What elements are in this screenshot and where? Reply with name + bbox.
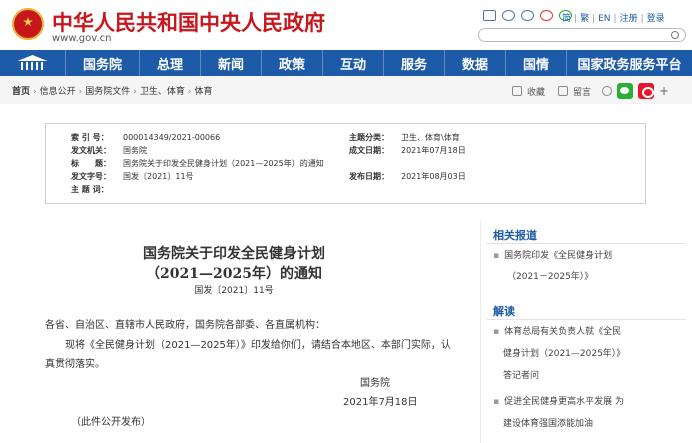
search-icon[interactable] xyxy=(671,31,679,39)
breadcrumb-sports[interactable]: 体育 xyxy=(195,87,213,97)
share-icon[interactable] xyxy=(602,86,613,96)
article-doc-number: 国发〔2021〕11号 xyxy=(194,286,274,296)
nav-item-data[interactable]: 数据 xyxy=(445,50,506,76)
link-simplified[interactable]: 简 xyxy=(562,14,571,24)
interpretation-item-2[interactable]: ▪ 促进全民健身更高水平发展 为 xyxy=(493,392,624,413)
breadcrumb-bar: 首页 › 信息公开 › 国务院文件 › 卫生、体育 › 体育 收藏 留言 + xyxy=(0,76,692,104)
info-subject-words: 主 题 词： xyxy=(71,185,109,194)
article-signature: 国务院 xyxy=(360,378,390,389)
related-item-1-cont[interactable]: （2021－2025年）》 xyxy=(507,267,593,288)
info-index: 索 引 号： 000014349/2021-00066 xyxy=(71,133,221,142)
info-issuer: 发文机关： 国务院 xyxy=(71,146,147,155)
home-building-icon xyxy=(15,55,51,71)
link-login[interactable]: 登录 xyxy=(647,14,665,24)
interpretation-divider xyxy=(486,319,686,320)
article-body-line1: 现将《全民健身计划（2021—2025年）》印发给你们，请结合本地区、本部门实际… xyxy=(65,340,451,351)
interpretation-item-2-cont[interactable]: 建设体育强国添能加油 xyxy=(503,414,593,435)
weibo-icon[interactable] xyxy=(540,10,553,21)
nav-home[interactable] xyxy=(0,50,66,76)
article-sign-date: 2021年7月18日 xyxy=(343,397,418,408)
info-written-date: 成文日期： 2021年07月18日 xyxy=(349,146,466,155)
breadcrumb: 首页 › 信息公开 › 国务院文件 › 卫生、体育 › 体育 xyxy=(12,87,213,97)
breadcrumb-home[interactable]: 首页 xyxy=(12,87,30,97)
pen-icon[interactable] xyxy=(558,86,569,96)
site-url: www.gov.cn xyxy=(52,33,112,44)
related-reports-divider xyxy=(486,243,686,244)
breadcrumb-health-sports[interactable]: 卫生、体育 xyxy=(140,87,185,97)
related-item-1[interactable]: ▪ 国务院印发《全民健身计划 xyxy=(493,246,612,267)
mail-icon[interactable] xyxy=(483,10,496,21)
star-icon[interactable] xyxy=(512,86,522,96)
message-label[interactable]: 留言 xyxy=(573,85,591,98)
info-category: 主题分类： 卫生、体育\体育 xyxy=(349,133,460,142)
nav-item-national-info[interactable]: 国情 xyxy=(506,50,567,76)
article-title-line2: （2021—2025年）的通知 xyxy=(146,266,322,282)
link-traditional[interactable]: 繁 xyxy=(580,14,589,24)
article-note: （此件公开发布） xyxy=(71,417,151,428)
nav-item-service[interactable]: 服务 xyxy=(384,50,445,76)
document-info-box: 索 引 号： 000014349/2021-00066 发文机关： 国务院 标 题：… xyxy=(45,123,646,204)
interpretation-item-1[interactable]: ▪ 体育总局有关负责人就《全民 xyxy=(493,322,621,343)
nav-item-premier[interactable]: 总理 xyxy=(140,50,201,76)
share-tools: 收藏 留言 + xyxy=(512,83,669,99)
article-salutation: 各省、自治区、直辖市人民政府，国务院各部委、各直属机构： xyxy=(45,320,325,331)
search-input[interactable] xyxy=(478,28,686,42)
accessibility-icon[interactable] xyxy=(502,10,515,21)
nav-item-interaction[interactable]: 互动 xyxy=(323,50,384,76)
article-title-line1: 国务院关于印发全民健身计划 xyxy=(143,246,325,262)
interpretation-item-1-cont[interactable]: 健身计划（2021—2025年）》 xyxy=(503,344,625,365)
top-links: 简 | 繁 | EN | 注册 | 登录 xyxy=(562,14,665,24)
nav-item-service-platform[interactable]: 国家政务服务平台 xyxy=(567,50,692,76)
nav-item-policy[interactable]: 政策 xyxy=(262,50,323,76)
info-doc-number: 发文字号： 国发〔2021〕11号 xyxy=(71,172,194,181)
interpretation-title: 解读 xyxy=(493,305,515,318)
link-english[interactable]: EN xyxy=(598,14,610,24)
favorite-label[interactable]: 收藏 xyxy=(527,85,545,98)
interpretation-item-1-cont2[interactable]: 答记者问 xyxy=(503,366,539,387)
more-share-icon[interactable]: + xyxy=(659,84,669,98)
top-tool-icons xyxy=(483,10,572,21)
article-body-line2: 真贯彻落实。 xyxy=(45,359,105,370)
nav-item-state-council[interactable]: 国务院 xyxy=(66,50,140,76)
info-published-date: 发布日期： 2021年08月03日 xyxy=(349,172,466,181)
link-register[interactable]: 注册 xyxy=(620,14,638,24)
related-reports-title: 相关报道 xyxy=(493,229,537,242)
info-title: 标 题： 国务院关于印发全民健身计划（2021—2025年）的通知 xyxy=(71,159,324,168)
wechat-share-icon[interactable] xyxy=(617,83,634,99)
nav-item-news[interactable]: 新闻 xyxy=(201,50,262,76)
sidebar-divider xyxy=(480,220,481,443)
site-header: 中华人民共和国中央人民政府 www.gov.cn 简 | 繁 | EN | 注册 | 登录 xyxy=(0,0,692,50)
national-emblem-icon[interactable] xyxy=(12,8,44,40)
breadcrumb-info-public[interactable]: 信息公开 xyxy=(40,87,76,97)
mobile-icon[interactable] xyxy=(521,10,534,21)
breadcrumb-state-docs[interactable]: 国务院文件 xyxy=(85,87,130,97)
weibo-share-icon[interactable] xyxy=(638,83,655,99)
main-nav: 国务院 总理 新闻 政策 互动 服务 数据 国情 国家政务服务平台 xyxy=(0,50,692,76)
